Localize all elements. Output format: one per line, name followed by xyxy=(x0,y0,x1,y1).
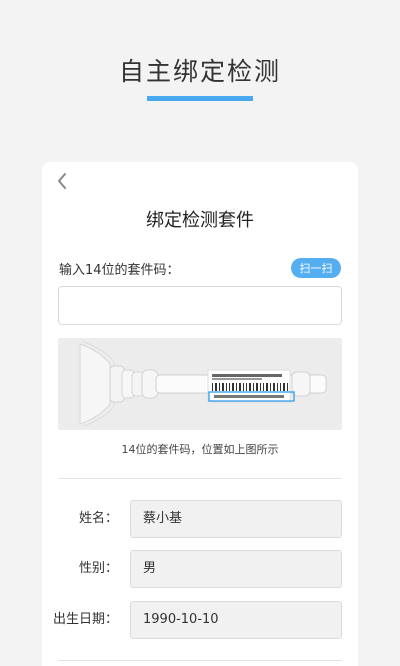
divider xyxy=(58,660,342,661)
gender-row: 性别： 男 xyxy=(42,550,358,588)
page-title: 自主绑定检测 xyxy=(118,57,281,86)
birth-date-label: 出生日期： xyxy=(52,612,118,627)
title-underline xyxy=(147,96,253,101)
divider xyxy=(58,478,342,479)
card-title: 绑定检测套件 xyxy=(146,210,254,231)
name-row: 姓名： 蔡小基 xyxy=(42,500,358,538)
image-caption: 14位的套件码，位置如上图所示 xyxy=(121,443,279,456)
kit-code-input[interactable] xyxy=(58,286,342,325)
back-icon[interactable] xyxy=(52,170,72,192)
gender-label: 性别： xyxy=(78,561,118,576)
birth-date-field[interactable]: 1990-10-10 xyxy=(130,601,342,639)
gender-field[interactable]: 男 xyxy=(130,550,342,588)
birth-date-row: 出生日期： 1990-10-10 xyxy=(42,601,358,639)
kit-illustration xyxy=(58,338,342,430)
scan-button[interactable]: 扫一扫 xyxy=(291,258,341,278)
name-field[interactable]: 蔡小基 xyxy=(130,500,342,538)
kit-code-label: 输入14位的套件码： xyxy=(59,263,180,278)
name-label: 姓名： xyxy=(78,511,118,526)
bind-card: 绑定检测套件 输入14位的套件码： 扫一扫 14位的套件码，位置如上图所示 姓名… xyxy=(42,162,358,666)
